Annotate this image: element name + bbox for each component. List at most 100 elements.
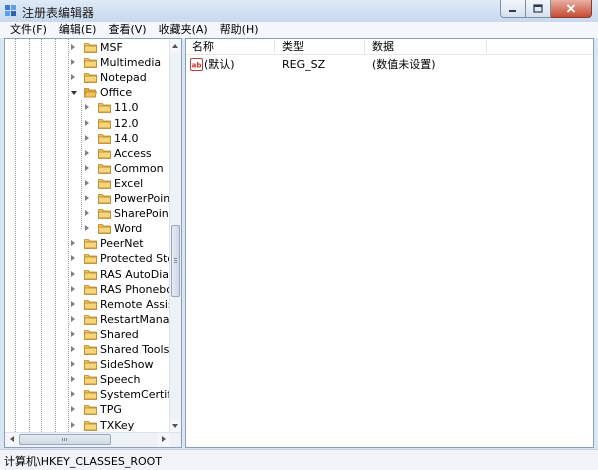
close-button[interactable] <box>551 0 592 18</box>
tree-vertical-scrollbar[interactable] <box>169 39 181 433</box>
value-data: (数值未设置) <box>372 58 436 71</box>
tree-item[interactable]: Shared <box>5 327 171 342</box>
expand-arrow-icon[interactable] <box>85 210 89 217</box>
menu-view[interactable]: 查看(V) <box>102 22 152 38</box>
tree-item-label: PeerNet <box>100 237 144 251</box>
tree-item[interactable]: Notepad <box>5 70 171 85</box>
value-row[interactable]: ab (默认) REG_SZ (数值未设置) <box>186 57 593 72</box>
tree-item-label: 12.0 <box>114 116 139 130</box>
scroll-left-button[interactable] <box>5 433 19 447</box>
folder-icon <box>84 73 97 84</box>
tree-item[interactable]: Excel <box>5 176 171 191</box>
arrow-up-icon <box>172 44 178 48</box>
expand-arrow-icon[interactable] <box>85 104 89 111</box>
expand-arrow-icon[interactable] <box>71 59 75 66</box>
list-header: 名称 类型 数据 <box>186 39 593 55</box>
tree-item[interactable]: TXKey <box>5 418 171 433</box>
current-key-path: 计算机\HKEY_CLASSES_ROOT <box>4 455 163 468</box>
tree-item[interactable]: 14.0 <box>5 131 171 146</box>
menu-edit[interactable]: 编辑(E) <box>53 22 103 38</box>
expand-arrow-icon[interactable] <box>71 330 75 337</box>
tree-item[interactable]: RAS AutoDial <box>5 267 171 282</box>
tree-item[interactable]: RAS Phonebook <box>5 282 171 297</box>
tree-item-label: TXKey <box>100 418 135 432</box>
registry-key-tree: MSF Multimedia Notepad Office 11.0 12.0 14.0 Ac… <box>5 39 171 434</box>
tree-item[interactable]: PowerPoint <box>5 191 171 206</box>
expand-arrow-icon[interactable] <box>71 255 75 262</box>
expand-arrow-icon[interactable] <box>85 179 89 186</box>
tree-item[interactable]: Word <box>5 221 171 236</box>
tree-item[interactable]: TPG <box>5 402 171 417</box>
tree-item[interactable]: Speech <box>5 372 171 387</box>
tree-item-label: Multimedia <box>100 56 162 70</box>
tree-item[interactable]: Access <box>5 146 171 161</box>
folder-icon <box>84 269 97 280</box>
expand-arrow-icon[interactable] <box>71 315 75 322</box>
folder-icon <box>84 405 97 416</box>
expand-arrow-icon[interactable] <box>85 225 89 232</box>
tree-item[interactable]: Protected Storag <box>5 251 171 266</box>
scroll-down-button[interactable] <box>170 419 181 433</box>
tree-item[interactable]: Remote Assistan <box>5 297 171 312</box>
column-divider[interactable] <box>486 40 487 53</box>
tree-item[interactable]: 11.0 <box>5 100 171 115</box>
tree-item[interactable]: Office <box>5 85 171 100</box>
folder-icon <box>84 329 97 340</box>
expand-arrow-icon[interactable] <box>71 74 75 81</box>
value-name: (默认) <box>204 58 235 71</box>
tree-item[interactable]: Common <box>5 161 171 176</box>
column-divider[interactable] <box>364 40 365 53</box>
expand-arrow-icon[interactable] <box>71 346 75 352</box>
tree-item-label: RAS Phonebook <box>100 282 171 296</box>
menu-file[interactable]: 文件(F) <box>4 22 53 38</box>
column-header-data[interactable]: 数据 <box>372 39 394 54</box>
folder-icon <box>98 209 111 219</box>
scroll-up-button[interactable] <box>170 39 181 53</box>
tree-item[interactable]: RestartManager <box>5 312 171 327</box>
expand-arrow-icon[interactable] <box>71 300 75 307</box>
expand-arrow-icon[interactable] <box>71 44 75 50</box>
folder-icon <box>84 239 97 250</box>
scroll-right-button[interactable] <box>157 433 171 447</box>
expand-arrow-icon[interactable] <box>85 149 89 156</box>
expand-arrow-icon[interactable] <box>71 376 75 383</box>
column-header-name[interactable]: 名称 <box>192 39 214 54</box>
collapse-arrow-icon[interactable] <box>71 91 77 96</box>
tree-item[interactable]: Multimedia <box>5 55 171 70</box>
minimize-button[interactable] <box>500 0 526 18</box>
tree-item[interactable]: SideShow <box>5 357 171 372</box>
expand-arrow-icon[interactable] <box>71 285 75 292</box>
expand-arrow-icon[interactable] <box>85 134 89 141</box>
expand-arrow-icon[interactable] <box>71 270 75 277</box>
maximize-icon <box>533 4 543 13</box>
window-controls <box>500 0 592 18</box>
tree-item[interactable]: MSF <box>5 40 171 55</box>
menu-favorites[interactable]: 收藏夹(A) <box>153 22 214 38</box>
tree-item[interactable]: Shared Tools <box>5 342 171 357</box>
expand-arrow-icon[interactable] <box>71 240 75 247</box>
maximize-button[interactable] <box>526 0 551 18</box>
tree-horizontal-scrollbar[interactable] <box>5 432 181 447</box>
vertical-scroll-thumb[interactable] <box>171 225 180 297</box>
svg-text:ab: ab <box>192 61 202 69</box>
horizontal-scroll-thumb[interactable] <box>19 434 111 445</box>
expand-arrow-icon[interactable] <box>71 391 75 398</box>
expand-arrow-icon[interactable] <box>71 421 75 428</box>
folder-icon <box>84 58 97 68</box>
expand-arrow-icon[interactable] <box>85 195 89 201</box>
tree-item[interactable]: PeerNet <box>5 236 171 251</box>
column-divider[interactable] <box>274 40 275 53</box>
tree-item[interactable]: 12.0 <box>5 116 171 131</box>
expand-arrow-icon[interactable] <box>85 119 89 126</box>
tree-item-label: Speech <box>100 373 141 387</box>
tree-item[interactable]: SharePoint D <box>5 206 171 221</box>
expand-arrow-icon[interactable] <box>71 361 75 368</box>
menu-help[interactable]: 帮助(H) <box>214 22 265 38</box>
title-bar[interactable]: 注册表编辑器 <box>0 0 598 22</box>
expand-arrow-icon[interactable] <box>71 406 75 413</box>
column-header-type[interactable]: 类型 <box>282 39 304 54</box>
folder-icon <box>84 420 97 431</box>
tree-item[interactable]: SystemCertificate <box>5 387 171 402</box>
expand-arrow-icon[interactable] <box>85 164 89 171</box>
window-title: 注册表编辑器 <box>22 6 95 20</box>
